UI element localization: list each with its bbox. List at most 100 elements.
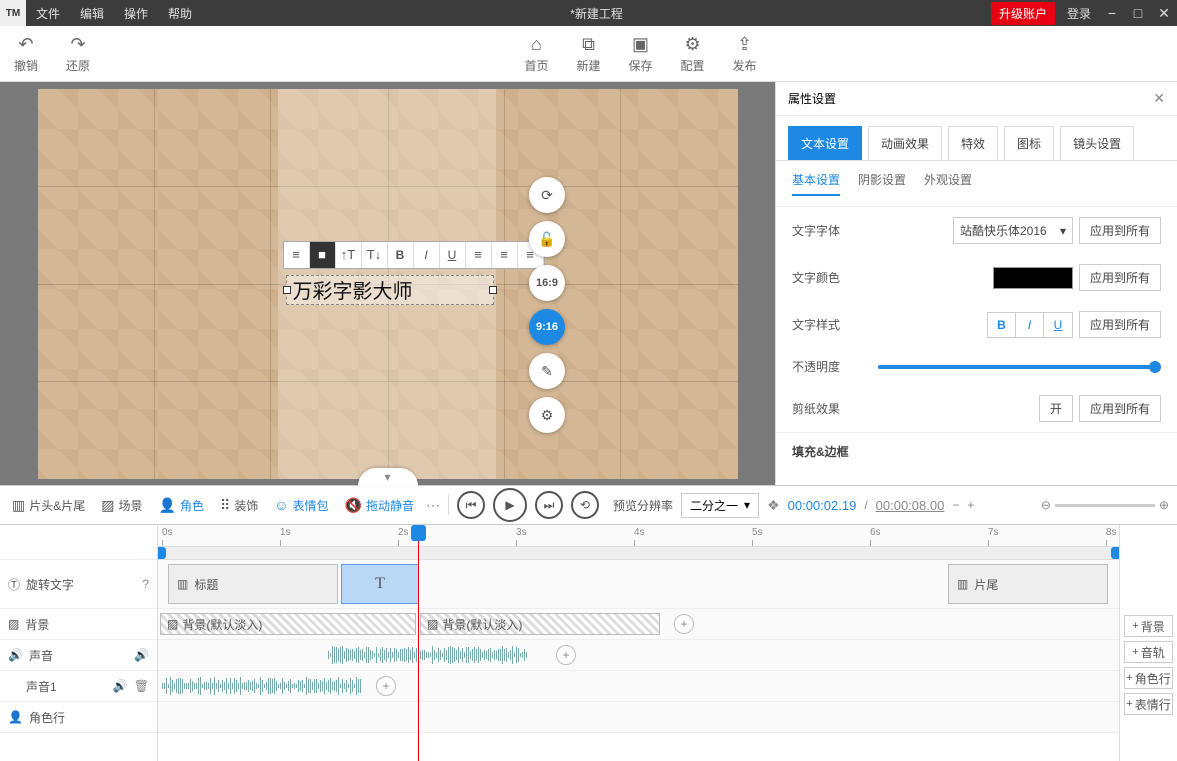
ruler[interactable]: 0s1s2s3s4s5s6s7s8s	[158, 525, 1119, 547]
volume-icon[interactable]: 🔊	[113, 679, 128, 693]
subtab-shadow[interactable]: 阴影设置	[858, 171, 906, 196]
undo-button[interactable]: ↶ 撤销	[0, 29, 52, 78]
delete-icon[interactable]: 🗑	[134, 679, 149, 693]
play-button[interactable]: ▶	[493, 488, 527, 522]
underline-icon[interactable]: U	[440, 242, 466, 268]
time-plus-icon[interactable]: +	[967, 498, 974, 512]
zoom-slider[interactable]	[1055, 504, 1155, 507]
range-bar[interactable]	[158, 547, 1119, 560]
canvas-collapse-handle[interactable]: ▾	[358, 468, 418, 486]
time-minus-icon[interactable]: −	[952, 498, 959, 512]
role-track[interactable]	[158, 702, 1119, 733]
italic-toggle[interactable]: I	[1016, 313, 1044, 337]
emoji-button[interactable]: ☺表情包	[270, 495, 332, 516]
track-content[interactable]: 0s1s2s3s4s5s6s7s8s ▥ 标题 T ▥ 片尾 ▨	[158, 525, 1119, 761]
tab-effects[interactable]: 特效	[948, 126, 998, 160]
add-sound1-button[interactable]: +	[376, 676, 396, 696]
apply-style-button[interactable]: 应用到所有	[1079, 311, 1161, 338]
sound-track[interactable]: +	[158, 640, 1119, 671]
range-end-handle[interactable]	[1111, 547, 1119, 559]
menu-action[interactable]: 操作	[114, 0, 158, 26]
publish-button[interactable]: ⇪发布	[719, 29, 771, 78]
clip-text[interactable]: T	[341, 564, 419, 604]
add-audio-track-button[interactable]: + 音轨	[1124, 641, 1173, 663]
canvas[interactable]: ≡ ■ ↑T T↓ B I U ≡ ≡ ≡ 万彩字影大师	[38, 89, 738, 479]
preview-res-dropdown[interactable]: 二分之一▾	[681, 493, 759, 518]
align-left-icon[interactable]: ≡	[466, 242, 492, 268]
apply-color-button[interactable]: 应用到所有	[1079, 264, 1161, 291]
properties-close-icon[interactable]: ✕	[1153, 90, 1165, 107]
apply-papercut-button[interactable]: 应用到所有	[1079, 395, 1161, 422]
redo-button[interactable]: ↷ 还原	[52, 29, 104, 78]
edit-icon[interactable]: ✎	[529, 353, 565, 389]
menu-help[interactable]: 帮助	[158, 0, 202, 26]
bg-track[interactable]: ▨背景(默认淡入) ▨背景(默认淡入) +	[158, 609, 1119, 640]
loop-button[interactable]: ⟲	[571, 491, 599, 519]
bold-icon[interactable]: B	[388, 242, 414, 268]
tab-text-settings[interactable]: 文本设置	[788, 126, 862, 160]
scene-button[interactable]: ▨场景	[97, 495, 146, 516]
settings-icon[interactable]: ⚙	[529, 397, 565, 433]
add-emoji-track-button[interactable]: + 表情行	[1124, 693, 1173, 715]
bg-clip-2[interactable]: ▨背景(默认淡入)	[420, 613, 660, 635]
layers-icon[interactable]: ❖	[767, 497, 780, 514]
playhead[interactable]	[418, 525, 419, 761]
total-duration[interactable]: 00:00:08.00	[876, 498, 945, 513]
menu-edit[interactable]: 编辑	[70, 0, 114, 26]
drag-mute-button[interactable]: 🔇拖动静音	[341, 495, 418, 516]
sound1-track[interactable]: +	[158, 671, 1119, 702]
close-button[interactable]: ✕	[1151, 0, 1177, 26]
more-icon[interactable]: ⋯	[426, 497, 440, 514]
font-increase-icon[interactable]: ↑T	[336, 242, 362, 268]
refresh-icon[interactable]: ⟳	[529, 177, 565, 213]
skip-end-button[interactable]: ⏭	[535, 491, 563, 519]
subtab-basic[interactable]: 基本设置	[792, 171, 840, 196]
text-track[interactable]: ▥ 标题 T ▥ 片尾	[158, 560, 1119, 609]
zoom-in-icon[interactable]: ⊕	[1159, 498, 1169, 512]
upgrade-button[interactable]: 升级账户	[991, 2, 1055, 25]
bg-clip-1[interactable]: ▨背景(默认淡入)	[160, 613, 416, 635]
save-button[interactable]: ▣保存	[615, 29, 667, 78]
underline-toggle[interactable]: U	[1044, 313, 1072, 337]
tab-animation[interactable]: 动画效果	[868, 126, 942, 160]
aspect-16-9-button[interactable]: 16:9	[529, 265, 565, 301]
apply-font-button[interactable]: 应用到所有	[1079, 217, 1161, 244]
menu-file[interactable]: 文件	[26, 0, 70, 26]
subtab-appearance[interactable]: 外观设置	[924, 171, 972, 196]
audio-clip-1[interactable]	[328, 646, 538, 664]
tab-icons[interactable]: 图标	[1004, 126, 1054, 160]
opacity-slider[interactable]	[878, 365, 1155, 369]
add-bg-button[interactable]: +	[674, 614, 694, 634]
add-sound-button[interactable]: +	[556, 645, 576, 665]
range-start-handle[interactable]	[158, 547, 166, 559]
bold-toggle[interactable]: B	[988, 313, 1016, 337]
font-dropdown[interactable]: 站酷快乐体2016▾	[953, 217, 1073, 244]
home-button[interactable]: ⌂首页	[510, 29, 562, 78]
list-icon[interactable]: ≡	[284, 242, 310, 268]
audio-clip-2[interactable]	[162, 677, 362, 695]
canvas-area[interactable]: ≡ ■ ↑T T↓ B I U ≡ ≡ ≡ 万彩字影大师 ⟳ 🔓 16:9 9:…	[0, 82, 775, 485]
italic-icon[interactable]: I	[414, 242, 440, 268]
clip-tail[interactable]: ▥ 片尾	[948, 564, 1108, 604]
aspect-9-16-button[interactable]: 9:16	[529, 309, 565, 345]
papercut-toggle[interactable]: 开	[1039, 395, 1073, 422]
tab-camera[interactable]: 镜头设置	[1060, 126, 1134, 160]
help-icon[interactable]: ?	[142, 577, 149, 591]
clip-title[interactable]: ▥ 标题	[168, 564, 338, 604]
config-button[interactable]: ⚙配置	[667, 29, 719, 78]
align-center-icon[interactable]: ≡	[492, 242, 518, 268]
fill-color-icon[interactable]: ■	[310, 242, 336, 268]
canvas-text-element[interactable]: 万彩字影大师	[286, 275, 494, 305]
lock-icon[interactable]: 🔓	[529, 221, 565, 257]
volume-icon[interactable]: 🔊	[134, 648, 149, 662]
maximize-button[interactable]: □	[1125, 0, 1151, 26]
add-role-track-button[interactable]: + 角色行	[1124, 667, 1173, 689]
login-button[interactable]: 登录	[1059, 5, 1099, 22]
add-bg-track-button[interactable]: + 背景	[1124, 615, 1173, 637]
font-decrease-icon[interactable]: T↓	[362, 242, 388, 268]
color-swatch[interactable]	[993, 267, 1073, 289]
deco-button[interactable]: ⠿装饰	[216, 495, 262, 516]
skip-start-button[interactable]: ⏮	[457, 491, 485, 519]
role-button[interactable]: 👤角色	[155, 495, 208, 516]
zoom-out-icon[interactable]: ⊖	[1041, 498, 1051, 512]
